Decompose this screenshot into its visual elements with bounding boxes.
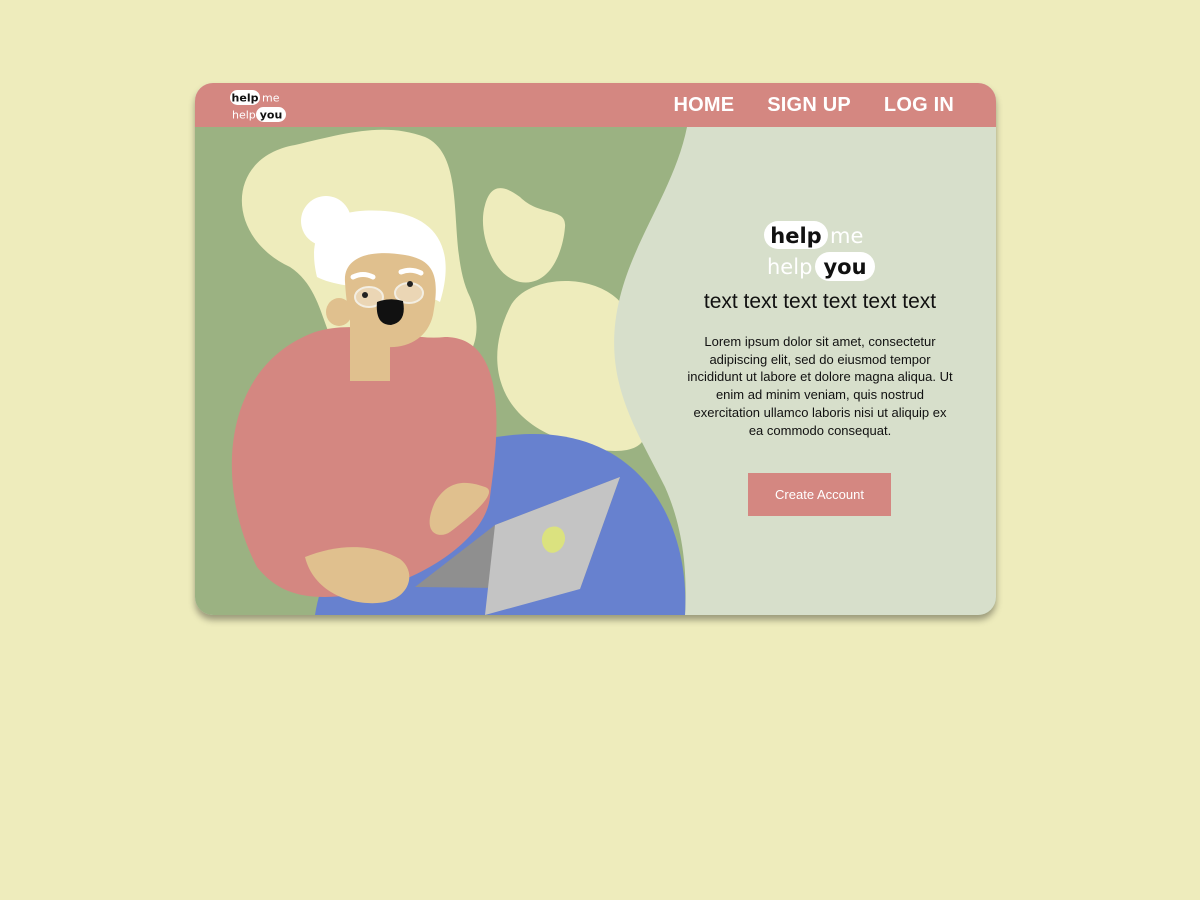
svg-text:you: you: [823, 255, 866, 279]
nav-logo[interactable]: help me help you: [228, 89, 288, 123]
top-navbar: help me help you HOME SIGN UP LOG IN: [195, 83, 996, 127]
create-account-button[interactable]: Create Account: [748, 473, 891, 516]
svg-text:me: me: [830, 224, 863, 248]
nav-link-home[interactable]: HOME: [673, 94, 734, 117]
hero-content: help me help you text text text text tex…: [665, 127, 975, 615]
eyebrow-right: [398, 267, 424, 276]
svg-text:help: help: [767, 255, 812, 279]
eye-left: [362, 292, 368, 298]
ear: [326, 298, 352, 326]
landing-card: help me help you HOME SIGN UP LOG IN hel…: [195, 83, 996, 615]
eyebrow-left: [350, 272, 376, 280]
hero-body-text: Lorem ipsum dolor sit amet, consectetur …: [687, 334, 953, 438]
svg-text:help: help: [770, 224, 821, 248]
hero-headline: text text text text text text: [703, 290, 937, 313]
svg-text:me: me: [262, 92, 280, 105]
hair-bun: [301, 196, 351, 246]
hero-logo: help me help you: [764, 221, 875, 281]
svg-text:you: you: [260, 109, 283, 122]
svg-text:help: help: [232, 109, 256, 122]
nav-links: HOME SIGN UP LOG IN: [673, 83, 954, 127]
eye-right: [407, 281, 413, 287]
svg-text:help: help: [232, 92, 259, 105]
nav-link-sign-up[interactable]: SIGN UP: [767, 94, 851, 117]
nav-link-log-in[interactable]: LOG IN: [884, 94, 954, 117]
